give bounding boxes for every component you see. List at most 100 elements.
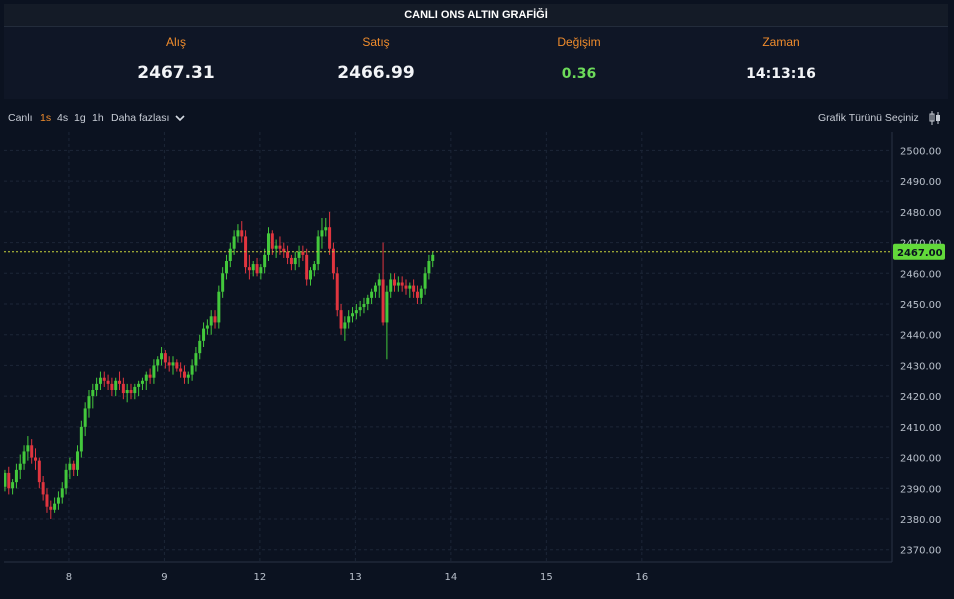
y-tick-label: 2500.00 bbox=[900, 146, 941, 157]
candle-body-up bbox=[26, 445, 30, 452]
candle-body-up bbox=[205, 325, 209, 329]
candle-body-down bbox=[270, 233, 274, 249]
candle-body-down bbox=[381, 279, 385, 323]
candle-body-down bbox=[339, 310, 343, 329]
candle-body-up bbox=[228, 248, 232, 261]
candle-body-down bbox=[175, 362, 179, 369]
candle-body-up bbox=[370, 291, 374, 298]
candlestick-chart[interactable]: 2370.00 2380.00 2390.00 2400.00 2410.00 2420.… bbox=[3, 132, 950, 594]
candle-body-down bbox=[163, 353, 167, 363]
chart-area[interactable]: 2370.00 2380.00 2390.00 2400.00 2410.00 2420.… bbox=[3, 132, 950, 594]
candle-body-down bbox=[400, 282, 404, 286]
change-label: Değişim bbox=[557, 35, 601, 49]
candle-body-up bbox=[198, 340, 202, 354]
candle-body-up bbox=[156, 359, 160, 366]
candle-body-down bbox=[331, 248, 335, 274]
candle-body-down bbox=[255, 264, 259, 274]
last-price-label: 2467.00 bbox=[897, 248, 943, 259]
candle-body-up bbox=[91, 390, 95, 397]
candle-body-down bbox=[335, 273, 339, 311]
live-button[interactable]: Canlı bbox=[8, 112, 33, 124]
x-tick-label: 15 bbox=[540, 572, 553, 583]
candle-body-up bbox=[347, 316, 351, 323]
candle-body-up bbox=[351, 313, 355, 317]
candle-body-up bbox=[190, 365, 194, 375]
candle-body-down bbox=[37, 460, 41, 483]
candle-body-up bbox=[217, 291, 221, 323]
candle-body-up bbox=[362, 304, 366, 308]
interval-4s-button[interactable]: 4s bbox=[57, 112, 68, 124]
candle-body-down bbox=[179, 368, 183, 372]
candle-body-up bbox=[160, 353, 164, 360]
candle-body-up bbox=[3, 472, 7, 487]
candle-body-down bbox=[102, 377, 106, 381]
candle-body-up bbox=[171, 362, 175, 366]
interval-1h-button[interactable]: 1h bbox=[92, 112, 104, 124]
candle-body-down bbox=[41, 482, 45, 495]
candle-body-up bbox=[79, 426, 83, 452]
candle-body-up bbox=[11, 482, 15, 489]
candle-body-up bbox=[56, 497, 60, 504]
candle-body-up bbox=[263, 254, 267, 268]
time-label: Zaman bbox=[762, 35, 800, 49]
candle-body-up bbox=[202, 328, 206, 341]
candle-body-up bbox=[377, 279, 381, 286]
candle-body-down bbox=[289, 257, 293, 265]
candle-body-down bbox=[30, 445, 34, 458]
candle-body-up bbox=[87, 396, 91, 409]
candle-body-down bbox=[121, 383, 125, 394]
candle-body-up bbox=[98, 377, 102, 384]
candle-body-up bbox=[53, 503, 57, 510]
candle-body-up bbox=[144, 374, 148, 381]
candle-body-up bbox=[18, 463, 22, 470]
candle-body-up bbox=[320, 230, 324, 237]
candle-body-up bbox=[423, 273, 427, 289]
candle-body-up bbox=[95, 383, 99, 390]
candle-body-down bbox=[393, 279, 397, 286]
candle-body-up bbox=[140, 380, 144, 384]
candle-body-up bbox=[293, 257, 297, 265]
candle-body-down bbox=[129, 390, 133, 394]
candle-body-up bbox=[224, 261, 228, 274]
candle-body-up bbox=[83, 408, 87, 427]
candle-body-down bbox=[182, 371, 186, 378]
chart-type-label: Grafik Türünü Seçiniz bbox=[818, 112, 919, 124]
candle-body-up bbox=[297, 251, 301, 258]
x-tick-label: 12 bbox=[254, 572, 267, 583]
candle-body-up bbox=[259, 267, 263, 274]
candle-body-up bbox=[427, 261, 431, 274]
chart-toolbar: Canlı 1s 4s 1g 1h Daha fazlası Grafik Tü… bbox=[0, 104, 954, 132]
y-tick-label: 2430.00 bbox=[900, 361, 941, 372]
time-value: 14:13:16 bbox=[746, 66, 816, 82]
interval-1g-button[interactable]: 1g bbox=[74, 112, 86, 124]
candlestick-icon[interactable] bbox=[928, 110, 942, 126]
candle-body-up bbox=[309, 270, 313, 280]
x-tick-label: 14 bbox=[444, 572, 457, 583]
interval-1s-button[interactable]: 1s bbox=[40, 112, 51, 124]
candle-body-down bbox=[213, 316, 217, 323]
chart-type-selector[interactable]: Grafik Türünü Seçiniz bbox=[818, 112, 919, 124]
candle-body-down bbox=[167, 362, 171, 366]
candle-body-up bbox=[209, 316, 213, 326]
candle-body-up bbox=[133, 386, 137, 394]
more-intervals-dropdown[interactable]: Daha fazlası bbox=[111, 112, 185, 124]
chart-title: CANLI ONS ALTIN GRAFİĞİ bbox=[4, 4, 948, 27]
candle-body-up bbox=[251, 264, 255, 271]
y-tick-label: 2390.00 bbox=[900, 484, 941, 495]
candle-body-down bbox=[7, 472, 11, 489]
x-tick-label: 13 bbox=[349, 572, 362, 583]
candle-body-down bbox=[45, 494, 49, 507]
candle-body-up bbox=[194, 353, 198, 366]
y-tick-label: 2420.00 bbox=[900, 392, 941, 403]
x-tick-label: 8 bbox=[66, 572, 72, 583]
candle-body-up bbox=[373, 285, 377, 292]
candle-body-up bbox=[221, 273, 225, 292]
ask-value: 2466.99 bbox=[337, 63, 415, 83]
candle-body-up bbox=[137, 383, 141, 387]
y-tick-label: 2490.00 bbox=[900, 177, 941, 188]
candle-body-down bbox=[148, 374, 152, 378]
candle-body-up bbox=[236, 230, 240, 237]
candle-body-down bbox=[106, 380, 110, 384]
candle-body-up bbox=[152, 365, 156, 378]
price-stats-panel: Alış 2467.31 Satış 2466.99 Değişim 0.36 … bbox=[4, 27, 948, 99]
